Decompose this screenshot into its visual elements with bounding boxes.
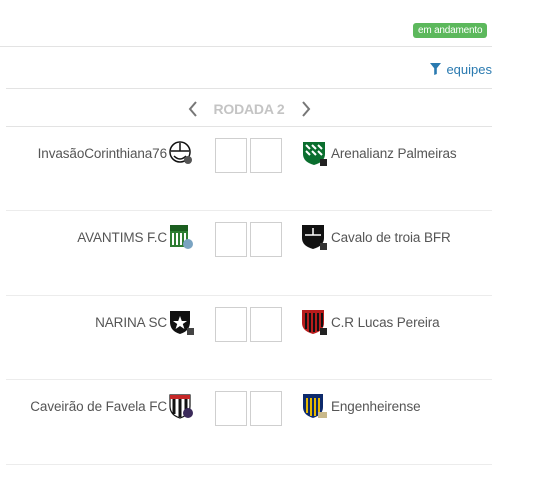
round-navigation: RODADA 2 — [6, 97, 492, 121]
home-team-name[interactable]: AVANTIMS F.C — [77, 230, 167, 245]
divider — [6, 88, 492, 89]
home-score-input[interactable] — [215, 391, 247, 426]
away-score-input[interactable] — [250, 307, 282, 342]
status-badge: em andamento — [413, 23, 488, 38]
match-row: Caveirão de Favela FC Engenheirense — [6, 380, 492, 464]
away-team-name[interactable]: Engenheirense — [331, 399, 421, 414]
divider — [0, 46, 492, 47]
home-score-input[interactable] — [215, 307, 247, 342]
chevron-left-icon[interactable] — [186, 100, 200, 118]
home-team-name[interactable]: NARINA SC — [95, 315, 167, 330]
teams-filter-button[interactable]: equipes — [430, 61, 492, 77]
avantims-crest-icon — [168, 224, 194, 250]
away-team-name[interactable]: Cavalo de troia BFR — [331, 230, 451, 245]
cr-lucas-pereira-crest-icon — [301, 309, 327, 335]
match-row: InvasãoCorinthiana76 Arenalianz Palmeira… — [6, 127, 492, 211]
away-team-name[interactable]: C.R Lucas Pereira — [331, 315, 440, 330]
chevron-right-icon[interactable] — [299, 100, 313, 118]
teams-filter-label: equipes — [446, 61, 492, 77]
home-team-name[interactable]: Caveirão de Favela FC — [30, 399, 167, 414]
round-label: RODADA 2 — [213, 101, 285, 117]
engenheirense-crest-icon — [301, 393, 327, 419]
narina-crest-icon — [168, 309, 194, 335]
palmeiras-crest-icon — [301, 140, 327, 166]
filter-icon — [430, 63, 442, 75]
divider — [6, 464, 492, 465]
away-team-name[interactable]: Arenalianz Palmeiras — [331, 146, 457, 161]
away-score-input[interactable] — [250, 222, 282, 257]
home-score-input[interactable] — [215, 222, 247, 257]
match-row: NARINA SC C.R Lucas Pereira — [6, 296, 492, 380]
match-row: AVANTIMS F.C Cavalo de troia BFR — [6, 211, 492, 295]
home-score-input[interactable] — [215, 138, 247, 173]
away-score-input[interactable] — [250, 138, 282, 173]
corinthians-crest-icon — [168, 140, 194, 166]
caveirao-crest-icon — [168, 393, 194, 419]
home-team-name[interactable]: InvasãoCorinthiana76 — [38, 146, 167, 161]
cavalo-de-troia-crest-icon — [301, 224, 327, 250]
away-score-input[interactable] — [250, 391, 282, 426]
